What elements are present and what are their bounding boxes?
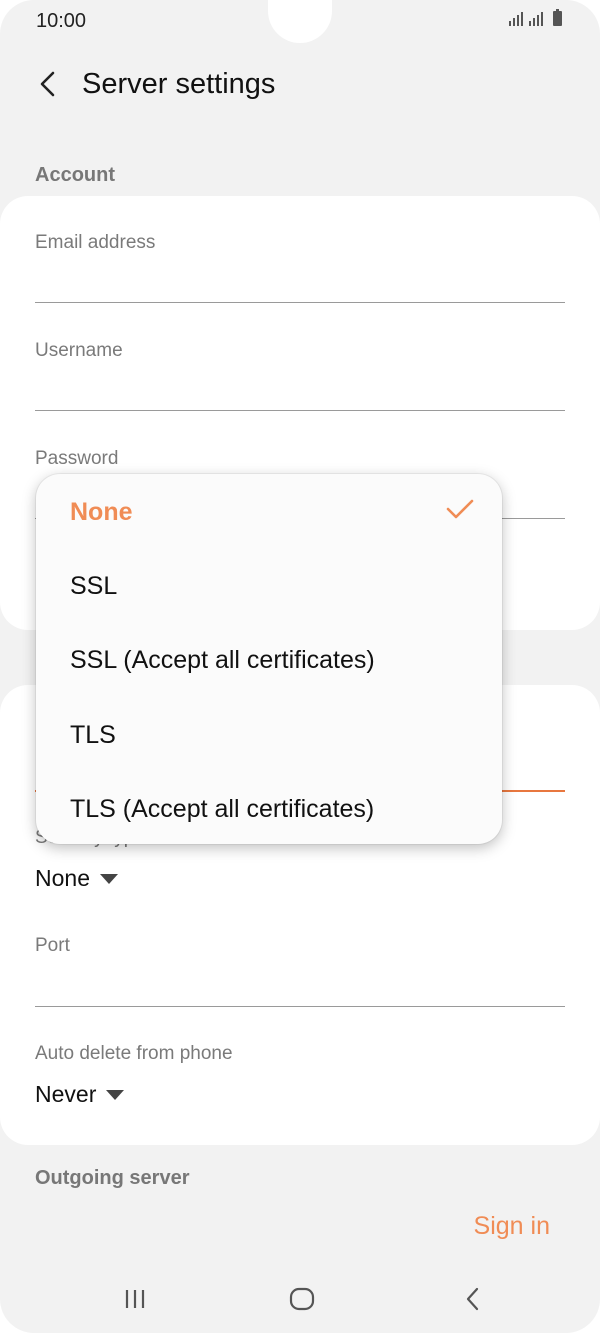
password-label: Password — [35, 448, 119, 469]
home-button[interactable] — [282, 1284, 322, 1314]
signal-icon-2 — [529, 10, 543, 26]
email-field[interactable] — [35, 258, 565, 302]
dropdown-option-none[interactable]: None — [70, 498, 133, 527]
email-underline — [35, 302, 565, 303]
dropdown-arrow-icon — [106, 1089, 125, 1100]
status-time: 10:00 — [36, 10, 87, 32]
dropdown-option-tls[interactable]: TLS — [70, 721, 116, 750]
auto-delete-value: Never — [35, 1081, 97, 1107]
security-type-select[interactable]: None — [35, 865, 118, 892]
check-icon — [446, 499, 474, 519]
account-section-title: Account — [35, 164, 115, 186]
port-label: Port — [35, 935, 70, 956]
recents-button[interactable] — [115, 1284, 155, 1314]
dropdown-option-ssl[interactable]: SSL — [70, 572, 117, 601]
auto-delete-select[interactable]: Never — [35, 1081, 125, 1108]
email-label: Email address — [35, 232, 156, 253]
outgoing-section-title: Outgoing server — [35, 1167, 190, 1189]
dropdown-option-tls-accept-all[interactable]: TLS (Accept all certificates) — [70, 795, 374, 824]
security-type-dropdown: None SSL SSL (Accept all certificates) T… — [36, 474, 502, 844]
signal-icon — [509, 10, 523, 26]
auto-delete-label: Auto delete from phone — [35, 1043, 233, 1064]
home-icon — [289, 1287, 315, 1311]
dropdown-arrow-icon — [99, 873, 118, 884]
phone-screen: 10:00 Server settings Account Email addr… — [0, 0, 600, 1333]
status-icons — [509, 9, 562, 26]
chevron-left-icon — [40, 71, 55, 97]
sign-in-button[interactable]: Sign in — [474, 1212, 550, 1241]
security-type-value: None — [35, 865, 90, 891]
username-label: Username — [35, 340, 123, 361]
dropdown-option-ssl-accept-all[interactable]: SSL (Accept all certificates) — [70, 646, 375, 675]
app-bar: Server settings — [0, 60, 600, 110]
recents-icon — [125, 1290, 145, 1308]
back-button[interactable] — [30, 64, 64, 104]
page-title: Server settings — [82, 68, 276, 100]
navigation-bar — [0, 1270, 600, 1330]
battery-icon — [553, 9, 562, 26]
port-field[interactable] — [35, 961, 565, 1005]
port-underline — [35, 1006, 565, 1007]
nav-back-icon — [466, 1287, 479, 1311]
camera-notch — [268, 0, 332, 43]
username-field[interactable] — [35, 366, 565, 410]
username-underline — [35, 410, 565, 411]
nav-back-button[interactable] — [452, 1284, 492, 1314]
